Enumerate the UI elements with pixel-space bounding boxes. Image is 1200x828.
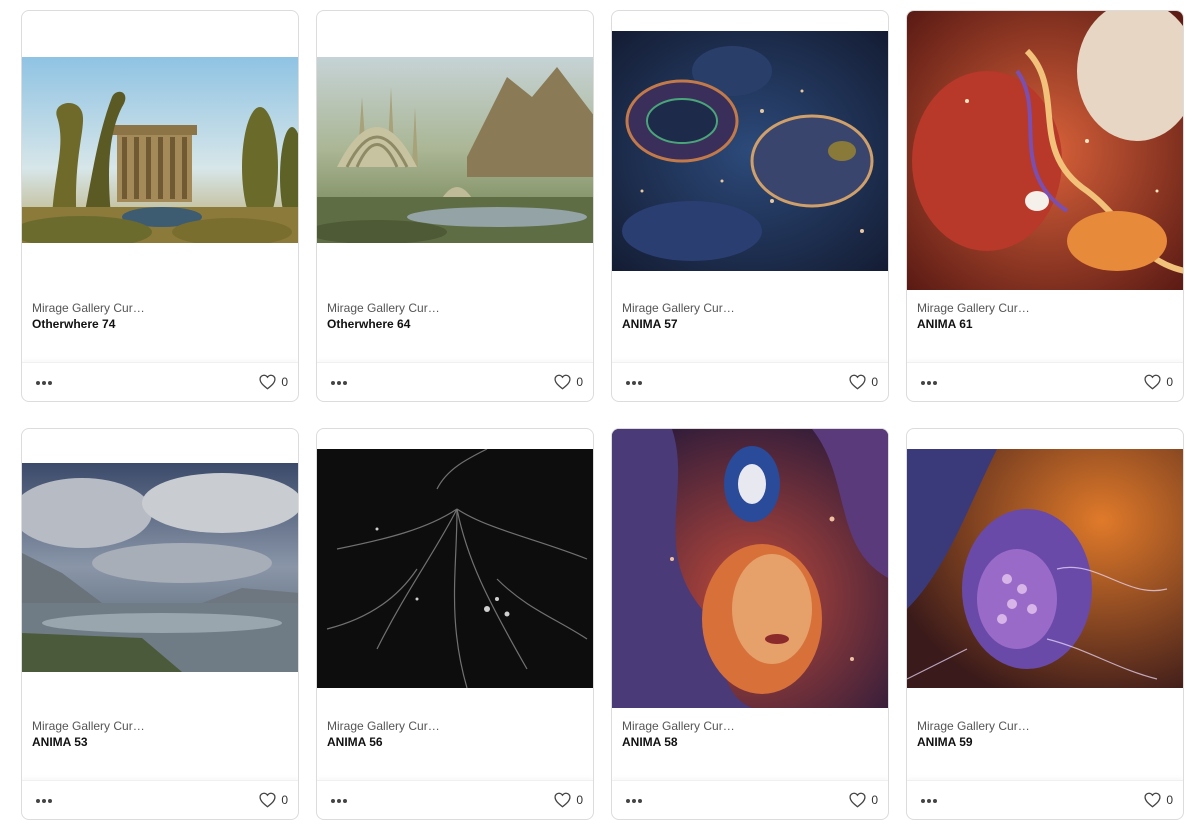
like-button[interactable]: 0 bbox=[1144, 790, 1173, 810]
heart-icon bbox=[554, 374, 571, 390]
more-options-icon[interactable] bbox=[624, 790, 644, 810]
nft-title[interactable]: ANIMA 53 bbox=[32, 734, 282, 750]
card-footer: 0 bbox=[612, 362, 888, 401]
heart-icon bbox=[259, 792, 276, 808]
nft-card[interactable]: Mirage Gallery Cura… ANIMA 58 0 bbox=[611, 428, 889, 820]
nft-card[interactable]: Mirage Gallery Cura… ANIMA 59 0 bbox=[906, 428, 1184, 820]
nft-title[interactable]: ANIMA 56 bbox=[327, 734, 577, 750]
heart-icon bbox=[1144, 792, 1161, 808]
artwork-image[interactable] bbox=[612, 31, 888, 271]
card-footer: 0 bbox=[317, 362, 593, 401]
card-footer: 0 bbox=[612, 780, 888, 819]
nft-card[interactable]: Mirage Gallery Cura… Otherwhere 74 0 bbox=[21, 10, 299, 402]
heart-icon bbox=[849, 792, 866, 808]
card-footer: 0 bbox=[22, 362, 298, 401]
like-count: 0 bbox=[281, 375, 288, 389]
nft-card-grid: Mirage Gallery Cura… Otherwhere 74 0 Mir… bbox=[0, 0, 1200, 828]
like-count: 0 bbox=[576, 793, 583, 807]
artwork-image[interactable] bbox=[22, 57, 298, 243]
creator-name[interactable]: Mirage Gallery Cura… bbox=[32, 718, 148, 734]
artwork-image[interactable] bbox=[22, 463, 298, 672]
creator-name[interactable]: Mirage Gallery Cura… bbox=[32, 300, 148, 316]
more-options-icon[interactable] bbox=[624, 372, 644, 392]
like-button[interactable]: 0 bbox=[259, 372, 288, 392]
nft-title[interactable]: Otherwhere 74 bbox=[32, 316, 282, 332]
nft-card[interactable]: Mirage Gallery Cura… ANIMA 56 0 bbox=[316, 428, 594, 820]
artwork-image[interactable] bbox=[612, 429, 888, 708]
like-count: 0 bbox=[1166, 793, 1173, 807]
like-button[interactable]: 0 bbox=[259, 790, 288, 810]
nft-title[interactable]: Otherwhere 64 bbox=[327, 316, 577, 332]
more-options-icon[interactable] bbox=[329, 372, 349, 392]
artwork-image[interactable] bbox=[317, 449, 593, 688]
like-count: 0 bbox=[1166, 375, 1173, 389]
heart-icon bbox=[554, 792, 571, 808]
like-button[interactable]: 0 bbox=[554, 372, 583, 392]
like-button[interactable]: 0 bbox=[849, 790, 878, 810]
nft-title[interactable]: ANIMA 59 bbox=[917, 734, 1167, 750]
like-count: 0 bbox=[871, 793, 878, 807]
more-options-icon[interactable] bbox=[329, 790, 349, 810]
card-footer: 0 bbox=[317, 780, 593, 819]
creator-name[interactable]: Mirage Gallery Cura… bbox=[917, 718, 1033, 734]
artwork-image[interactable] bbox=[317, 57, 593, 243]
nft-card[interactable]: Mirage Gallery Cura… Otherwhere 64 0 bbox=[316, 10, 594, 402]
artwork-image[interactable] bbox=[907, 11, 1183, 290]
more-options-icon[interactable] bbox=[34, 790, 54, 810]
creator-name[interactable]: Mirage Gallery Cura… bbox=[327, 300, 443, 316]
like-count: 0 bbox=[281, 793, 288, 807]
creator-name[interactable]: Mirage Gallery Cura… bbox=[327, 718, 443, 734]
more-options-icon[interactable] bbox=[34, 372, 54, 392]
nft-title[interactable]: ANIMA 57 bbox=[622, 316, 872, 332]
heart-icon bbox=[849, 374, 866, 390]
like-button[interactable]: 0 bbox=[1144, 372, 1173, 392]
nft-card[interactable]: Mirage Gallery Cura… ANIMA 61 0 bbox=[906, 10, 1184, 402]
like-count: 0 bbox=[871, 375, 878, 389]
nft-card[interactable]: Mirage Gallery Cura… ANIMA 53 0 bbox=[21, 428, 299, 820]
nft-title[interactable]: ANIMA 61 bbox=[917, 316, 1167, 332]
nft-card[interactable]: Mirage Gallery Cura… ANIMA 57 0 bbox=[611, 10, 889, 402]
heart-icon bbox=[1144, 374, 1161, 390]
creator-name[interactable]: Mirage Gallery Cura… bbox=[622, 718, 738, 734]
more-options-icon[interactable] bbox=[919, 790, 939, 810]
like-button[interactable]: 0 bbox=[849, 372, 878, 392]
heart-icon bbox=[259, 374, 276, 390]
nft-title[interactable]: ANIMA 58 bbox=[622, 734, 872, 750]
more-options-icon[interactable] bbox=[919, 372, 939, 392]
creator-name[interactable]: Mirage Gallery Cura… bbox=[917, 300, 1033, 316]
card-footer: 0 bbox=[907, 780, 1183, 819]
like-count: 0 bbox=[576, 375, 583, 389]
card-footer: 0 bbox=[907, 362, 1183, 401]
artwork-image[interactable] bbox=[907, 449, 1183, 688]
card-footer: 0 bbox=[22, 780, 298, 819]
creator-name[interactable]: Mirage Gallery Cura… bbox=[622, 300, 738, 316]
like-button[interactable]: 0 bbox=[554, 790, 583, 810]
